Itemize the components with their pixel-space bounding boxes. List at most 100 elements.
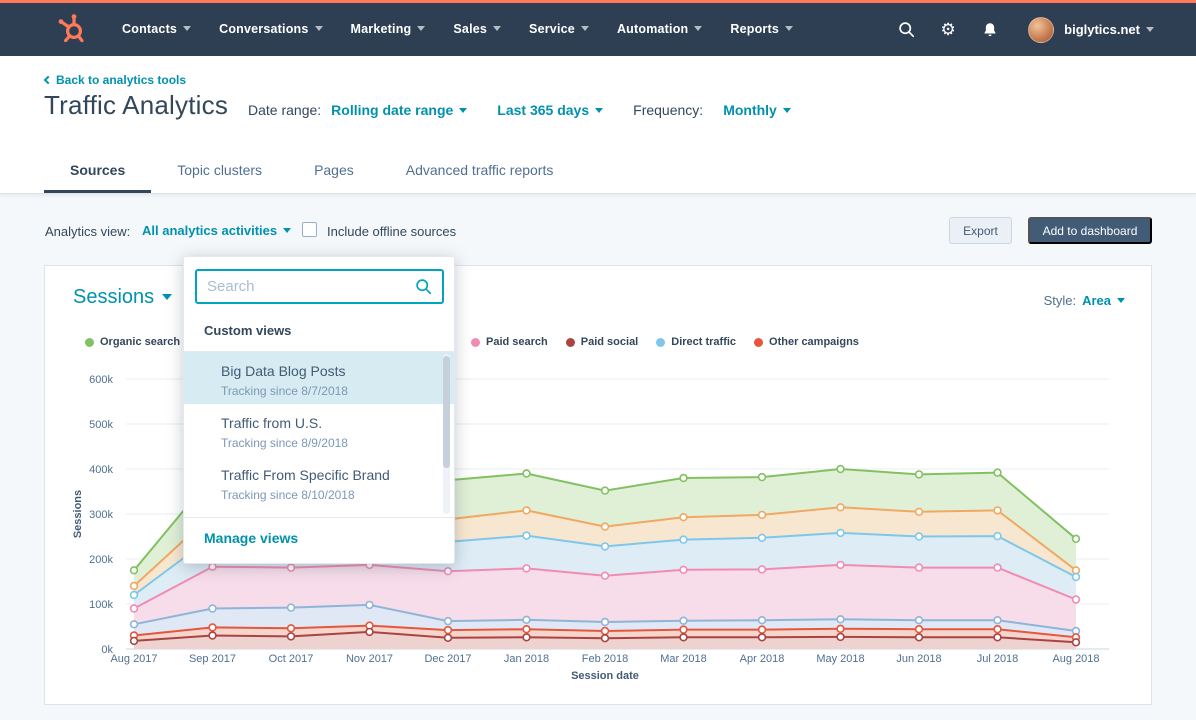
list-item-traffic-from-specific-brand[interactable]: Traffic From Specific Brand Tracking sin…	[184, 456, 454, 508]
chart-legend-left: Organic search	[85, 336, 198, 348]
chevron-down-icon	[581, 26, 589, 31]
tab-topic-clusters[interactable]: Topic clusters	[151, 153, 288, 193]
view-search-input[interactable]	[195, 269, 444, 304]
svg-text:Jun 2018: Jun 2018	[896, 653, 941, 665]
nav-item-service[interactable]: Service	[515, 3, 603, 56]
view-subtitle: Tracking since 8/7/2018	[221, 384, 434, 398]
chevron-down-icon	[694, 26, 702, 31]
chart-title: Sessions	[73, 286, 154, 308]
legend-dot	[85, 338, 94, 347]
style-dropdown[interactable]: Area	[1082, 293, 1125, 308]
add-to-dashboard-button[interactable]: Add to dashboard	[1028, 217, 1152, 244]
top-navbar: Contacts Conversations Marketing Sales S…	[0, 3, 1196, 56]
date-range-value-dropdown[interactable]: Last 365 days	[497, 102, 603, 118]
style-label: Style:	[1044, 293, 1077, 308]
legend-dot	[566, 338, 575, 347]
legend-dot	[471, 338, 480, 347]
legend-item-direct-traffic[interactable]: Direct traffic	[656, 336, 736, 348]
tab-bar: Sources Topic clusters Pages Advanced tr…	[44, 153, 579, 193]
divider	[184, 517, 454, 518]
view-title: Traffic From Specific Brand	[221, 466, 434, 484]
nav-item-contacts[interactable]: Contacts	[108, 3, 205, 56]
svg-text:Dec 2017: Dec 2017	[424, 653, 471, 665]
svg-text:500k: 500k	[89, 419, 113, 431]
page-title: Traffic Analytics	[44, 90, 228, 121]
nav-item-label: Marketing	[351, 22, 412, 36]
svg-text:Mar 2018: Mar 2018	[660, 653, 706, 665]
chevron-down-icon	[493, 26, 501, 31]
chart-style-control: Style: Area	[1044, 293, 1125, 308]
account-name: biglytics.net	[1064, 22, 1140, 37]
svg-text:400k: 400k	[89, 464, 113, 476]
nav-item-label: Service	[529, 22, 575, 36]
bell-icon[interactable]	[980, 20, 1000, 40]
chevron-down-icon	[783, 108, 791, 113]
nav-item-label: Contacts	[122, 22, 177, 36]
svg-text:Feb 2018: Feb 2018	[582, 653, 628, 665]
app-root: Contacts Conversations Marketing Sales S…	[0, 0, 1196, 720]
brand-accent-strip	[0, 0, 1196, 3]
chart-legend-right: Paid search Paid social Direct traffic O…	[471, 336, 877, 348]
view-title: Traffic from U.S.	[221, 414, 434, 432]
page-header: Back to analytics tools Traffic Analytic…	[0, 56, 1196, 194]
nav-item-label: Sales	[453, 22, 487, 36]
nav-item-sales[interactable]: Sales	[439, 3, 515, 56]
svg-text:100k: 100k	[89, 599, 113, 611]
legend-item-other-campaigns[interactable]: Other campaigns	[754, 336, 859, 348]
nav-item-conversations[interactable]: Conversations	[205, 3, 336, 56]
analytics-view-dropdown[interactable]: All analytics activities	[142, 223, 291, 238]
list-item-traffic-from-us[interactable]: Traffic from U.S. Tracking since 8/9/201…	[184, 404, 454, 456]
chevron-down-icon	[183, 26, 191, 31]
chevron-down-icon	[162, 294, 172, 300]
gear-icon[interactable]: ⚙	[938, 20, 958, 40]
list-item-big-data-blog-posts[interactable]: Big Data Blog Posts Tracking since 8/7/2…	[184, 352, 454, 404]
chevron-down-icon	[595, 108, 603, 113]
tab-pages[interactable]: Pages	[288, 153, 380, 193]
manage-views-link[interactable]: Manage views	[204, 530, 298, 546]
primary-nav: Contacts Conversations Marketing Sales S…	[108, 3, 807, 56]
sessions-metric-dropdown[interactable]: Sessions	[73, 286, 172, 309]
hubspot-logo-icon[interactable]	[56, 13, 88, 47]
chevron-down-icon	[1117, 298, 1125, 303]
date-range-type-dropdown[interactable]: Rolling date range	[331, 102, 467, 118]
legend-item-paid-search[interactable]: Paid search	[471, 336, 548, 348]
date-controls: Date range: Rolling date range Last 365 …	[248, 102, 791, 118]
user-avatar[interactable]	[1028, 17, 1054, 43]
chart-x-axis-title: Session date	[571, 670, 639, 682]
legend-dot	[656, 338, 665, 347]
svg-text:May 2018: May 2018	[816, 653, 864, 665]
chart-x-tick-labels: Aug 2017Sep 2017Oct 2017Nov 2017Dec 2017…	[110, 653, 1099, 665]
nav-item-label: Conversations	[219, 22, 308, 36]
nav-item-automation[interactable]: Automation	[603, 3, 716, 56]
nav-item-reports[interactable]: Reports	[716, 3, 807, 56]
svg-text:Apr 2018: Apr 2018	[740, 653, 785, 665]
chart-y-axis-title: Sessions	[72, 490, 84, 538]
scrollbar-thumb[interactable]	[443, 356, 450, 468]
search-icon[interactable]	[896, 20, 916, 40]
nav-item-label: Automation	[617, 22, 688, 36]
svg-text:600k: 600k	[89, 374, 113, 386]
svg-text:Oct 2017: Oct 2017	[269, 653, 314, 665]
frequency-dropdown[interactable]: Monthly	[723, 102, 791, 118]
include-offline-sources-label: Include offline sources	[327, 224, 456, 239]
tab-advanced-traffic-reports[interactable]: Advanced traffic reports	[380, 153, 580, 193]
search-icon	[415, 278, 432, 295]
back-to-analytics-link[interactable]: Back to analytics tools	[45, 73, 186, 87]
legend-item-organic-search[interactable]: Organic search	[85, 336, 180, 348]
nav-item-marketing[interactable]: Marketing	[337, 3, 440, 56]
export-button[interactable]: Export	[949, 217, 1012, 244]
custom-views-list: Big Data Blog Posts Tracking since 8/7/2…	[184, 352, 454, 516]
legend-dot	[754, 338, 763, 347]
view-title: Big Data Blog Posts	[221, 362, 434, 380]
chevron-down-icon	[315, 26, 323, 31]
legend-item-paid-social[interactable]: Paid social	[566, 336, 638, 348]
svg-text:200k: 200k	[89, 554, 113, 566]
tab-sources[interactable]: Sources	[44, 153, 151, 193]
svg-text:Nov 2017: Nov 2017	[346, 653, 393, 665]
svg-text:Aug 2017: Aug 2017	[110, 653, 157, 665]
svg-text:300k: 300k	[89, 509, 113, 521]
include-offline-sources-checkbox[interactable]	[302, 222, 317, 237]
back-link-label: Back to analytics tools	[56, 73, 186, 87]
custom-views-heading: Custom views	[204, 323, 291, 338]
account-menu[interactable]: biglytics.net	[1064, 22, 1154, 37]
